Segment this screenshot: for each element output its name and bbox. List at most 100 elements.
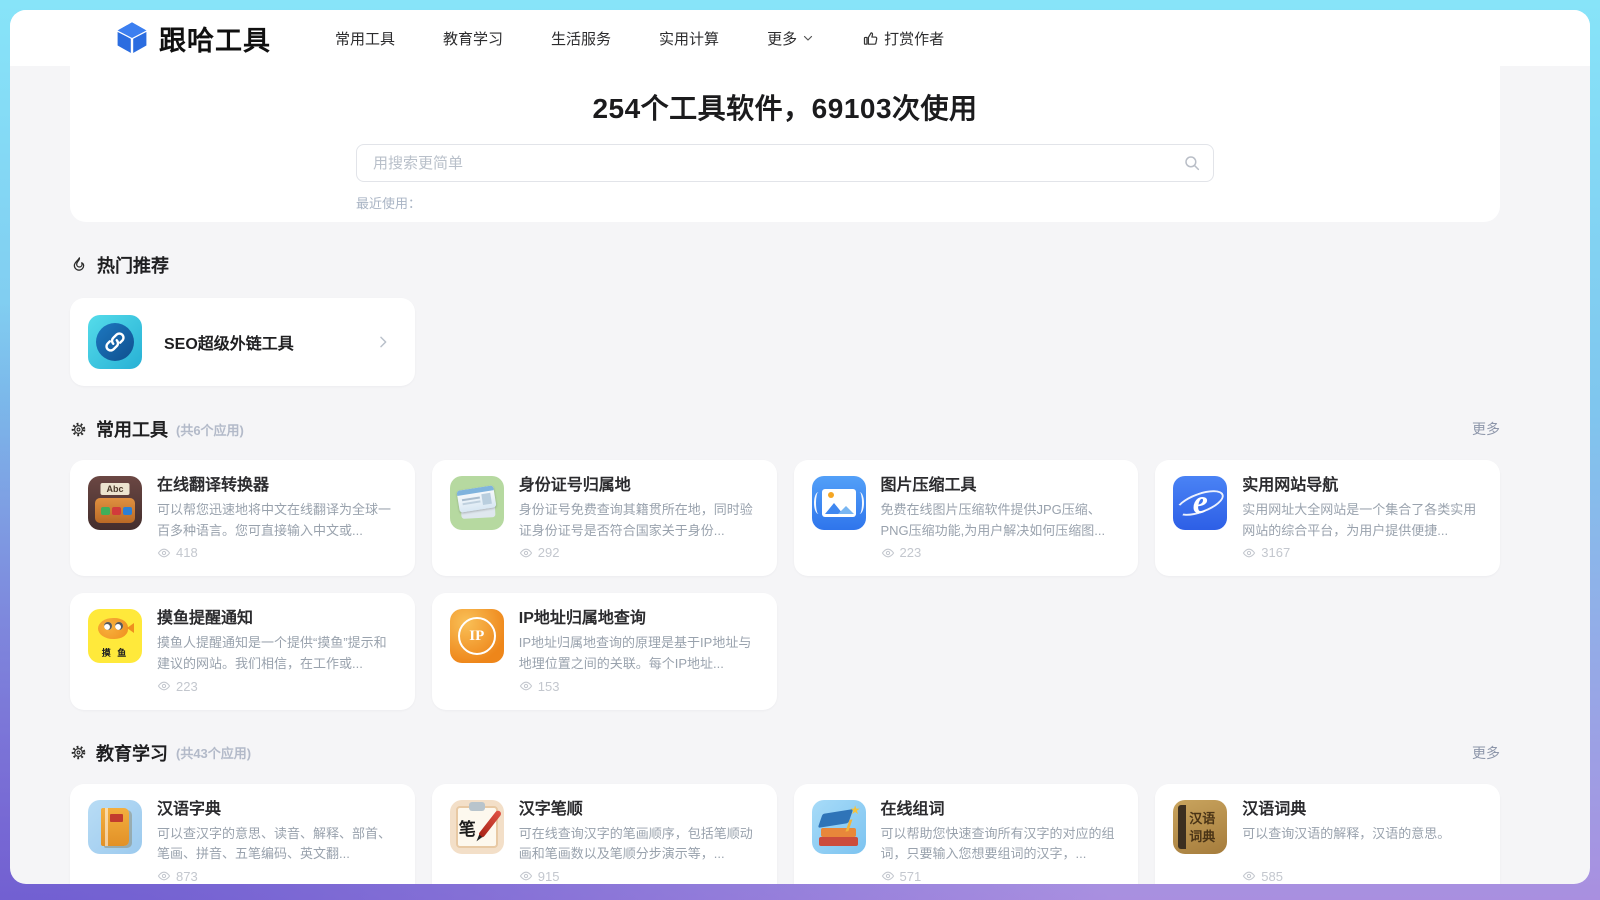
tool-views: 223 xyxy=(157,679,397,694)
hot-tool-title: SEO超级外链工具 xyxy=(164,330,294,354)
tool-card-word-builder[interactable]: 在线组词 可以帮助您快速查询所有汉字的对应的组词，只要输入您想要组词的汉字，..… xyxy=(794,784,1139,885)
logo-cube-icon xyxy=(114,20,150,56)
nav-links: 常用工具 教育学习 生活服务 实用计算 更多 打赏作者 xyxy=(335,28,944,49)
eye-icon xyxy=(1242,546,1256,560)
eye-icon xyxy=(157,869,171,883)
section-title: 常用工具 xyxy=(96,416,168,442)
tool-title: 实用网站导航 xyxy=(1242,476,1482,495)
tool-card-stroke-order[interactable]: 笔 汉字笔顺 可在线查询汉字的笔画顺序，包括笔顺动画和笔画数以及笔顺分步演示等，… xyxy=(432,784,777,885)
nav-item-calculators[interactable]: 实用计算 xyxy=(659,28,719,49)
tool-title: 身份证号归属地 xyxy=(519,476,759,495)
nav-item-education[interactable]: 教育学习 xyxy=(443,28,503,49)
tool-title: 在线组词 xyxy=(881,800,1121,819)
tool-grid-common-row1: Abc 在线翻译转换器 可以帮您迅速地将中文在线翻译为全球一百多种语言。您可直接… xyxy=(70,460,1500,710)
section-header-education: 教育学习 (共43个应用) 更多 xyxy=(70,740,1500,766)
graduation-cap-icon xyxy=(812,800,866,854)
search-box xyxy=(356,144,1214,182)
tool-views: 292 xyxy=(519,545,759,560)
tool-views: 915 xyxy=(519,869,759,884)
tool-desc: IP地址归属地查询的原理是基于IP地址与地理位置之间的关联。每个IP地址... xyxy=(519,633,759,674)
donate-button[interactable]: 打赏作者 xyxy=(862,28,944,49)
app-panel: 跟哈工具 常用工具 教育学习 生活服务 实用计算 更多 打赏作者 25 xyxy=(10,10,1590,884)
gear-icon xyxy=(70,744,87,761)
section-title-hot: 热门推荐 xyxy=(97,252,169,278)
section-count: (共43个应用) xyxy=(176,743,251,762)
tool-desc: 可以帮您迅速地将中文在线翻译为全球一百多种语言。您可直接输入中文或... xyxy=(157,500,397,541)
clipboard-brush-icon: 笔 xyxy=(450,800,504,854)
gear-icon xyxy=(70,421,87,438)
eye-icon xyxy=(881,546,895,560)
tool-card-chinese-dictionary[interactable]: 汉语 词典 汉语词典 可以查询汉语的解释，汉语的意思。 585 xyxy=(1155,784,1500,885)
nav-item-life-services[interactable]: 生活服务 xyxy=(551,28,611,49)
tool-desc: 身份证号免费查询其籍贯所在地，同时验证身份证号是否符合国家关于身份... xyxy=(519,500,759,541)
tool-desc: 可以查汉字的意思、读音、解释、部首、笔画、拼音、五笔编码、英文翻... xyxy=(157,824,397,865)
tool-title: 在线翻译转换器 xyxy=(157,476,397,495)
hot-tool-card-seo[interactable]: SEO超级外链工具 xyxy=(70,298,415,386)
tool-desc: 可以查询汉语的解释，汉语的意思。 xyxy=(1242,824,1482,865)
section-title: 教育学习 xyxy=(96,740,168,766)
eye-icon xyxy=(519,546,533,560)
tool-title: 图片压缩工具 xyxy=(881,476,1121,495)
navbar: 跟哈工具 常用工具 教育学习 生活服务 实用计算 更多 打赏作者 xyxy=(10,10,1590,66)
tool-card-translator[interactable]: Abc 在线翻译转换器 可以帮您迅速地将中文在线翻译为全球一百多种语言。您可直接… xyxy=(70,460,415,576)
tool-card-website-nav[interactable]: e 实用网站导航 实用网址大全网站是一个集合了各类实用网站的综合平台，为用户提供… xyxy=(1155,460,1500,576)
tool-title: 汉语字典 xyxy=(157,800,397,819)
tool-views: 873 xyxy=(157,869,397,884)
nav-item-common-tools[interactable]: 常用工具 xyxy=(335,28,395,49)
tool-views: 418 xyxy=(157,545,397,560)
chevron-right-icon xyxy=(375,334,391,350)
eye-icon xyxy=(157,546,171,560)
eye-icon xyxy=(157,679,171,693)
flame-icon xyxy=(70,256,88,274)
main-content: 254个工具软件，69103次使用 最近使用： 热门推荐 SEO超级外链工具 xyxy=(10,66,1590,884)
logo-text: 跟哈工具 xyxy=(159,19,271,58)
chevron-down-icon xyxy=(802,32,814,44)
tool-title: 摸鱼提醒通知 xyxy=(157,609,397,628)
eye-icon xyxy=(1242,869,1256,883)
tool-views: 3167 xyxy=(1242,545,1482,560)
tool-views: 153 xyxy=(519,679,759,694)
tool-desc: 摸鱼人提醒通知是一个提供“摸鱼”提示和建议的网站。我们相信，在工作或... xyxy=(157,633,397,674)
tool-grid-education: 汉语字典 可以查汉字的意思、读音、解释、部首、笔画、拼音、五笔编码、英文翻...… xyxy=(70,784,1500,885)
ip-icon: IP xyxy=(450,609,504,663)
section-header-common-tools: 常用工具 (共6个应用) 更多 xyxy=(70,416,1500,442)
tool-views: 571 xyxy=(881,869,1121,884)
more-link-common-tools[interactable]: 更多 xyxy=(1472,419,1500,439)
recent-used-label: 最近使用： xyxy=(356,193,1214,212)
tool-views: 223 xyxy=(881,545,1121,560)
tool-views: 585 xyxy=(1242,869,1482,884)
dictionary-book-icon: 汉语 词典 xyxy=(1173,800,1227,854)
link-icon xyxy=(88,315,142,369)
fish-icon: 摸 鱼 xyxy=(88,609,142,663)
browser-e-icon: e xyxy=(1173,476,1227,530)
translator-icon: Abc xyxy=(88,476,142,530)
search-input[interactable] xyxy=(356,144,1214,182)
tool-title: IP地址归属地查询 xyxy=(519,609,759,628)
hot-section-header: 热门推荐 xyxy=(70,252,1500,278)
tool-card-hanzi-dictionary[interactable]: 汉语字典 可以查汉字的意思、读音、解释、部首、笔画、拼音、五笔编码、英文翻...… xyxy=(70,784,415,885)
book-icon xyxy=(88,800,142,854)
eye-icon xyxy=(519,679,533,693)
tool-desc: 可以帮助您快速查询所有汉字的对应的组词，只要输入您想要组词的汉字，... xyxy=(881,824,1121,865)
eye-icon xyxy=(881,869,895,883)
tool-title: 汉字笔顺 xyxy=(519,800,759,819)
tool-card-ip-lookup[interactable]: IP IP地址归属地查询 IP地址归属地查询的原理是基于IP地址与地理位置之间的… xyxy=(432,593,777,709)
thumbs-up-icon xyxy=(862,30,879,47)
search-icon[interactable] xyxy=(1183,154,1201,172)
tool-card-moyu-reminder[interactable]: 摸 鱼 摸鱼提醒通知 摸鱼人提醒通知是一个提供“摸鱼”提示和建议的网站。我们相信… xyxy=(70,593,415,709)
more-link-education[interactable]: 更多 xyxy=(1472,743,1500,763)
image-compress-icon xyxy=(812,476,866,530)
id-card-icon xyxy=(450,476,504,530)
logo[interactable]: 跟哈工具 xyxy=(114,19,271,58)
stats-title: 254个工具软件，69103次使用 xyxy=(70,66,1500,127)
hero-section: 254个工具软件，69103次使用 最近使用： xyxy=(70,66,1500,222)
tool-desc: 实用网址大全网站是一个集合了各类实用网站的综合平台，为用户提供便捷... xyxy=(1242,500,1482,541)
nav-item-more[interactable]: 更多 xyxy=(767,28,814,49)
tool-desc: 可在线查询汉字的笔画顺序，包括笔顺动画和笔画数以及笔顺分步演示等，... xyxy=(519,824,759,865)
eye-icon xyxy=(519,869,533,883)
tool-card-image-compress[interactable]: 图片压缩工具 免费在线图片压缩软件提供JPG压缩、PNG压缩功能,为用户解决如何… xyxy=(794,460,1139,576)
section-count: (共6个应用) xyxy=(176,420,244,439)
tool-desc: 免费在线图片压缩软件提供JPG压缩、PNG压缩功能,为用户解决如何压缩图... xyxy=(881,500,1121,541)
tool-title: 汉语词典 xyxy=(1242,800,1482,819)
tool-card-id-lookup[interactable]: 身份证号归属地 身份证号免费查询其籍贯所在地，同时验证身份证号是否符合国家关于身… xyxy=(432,460,777,576)
